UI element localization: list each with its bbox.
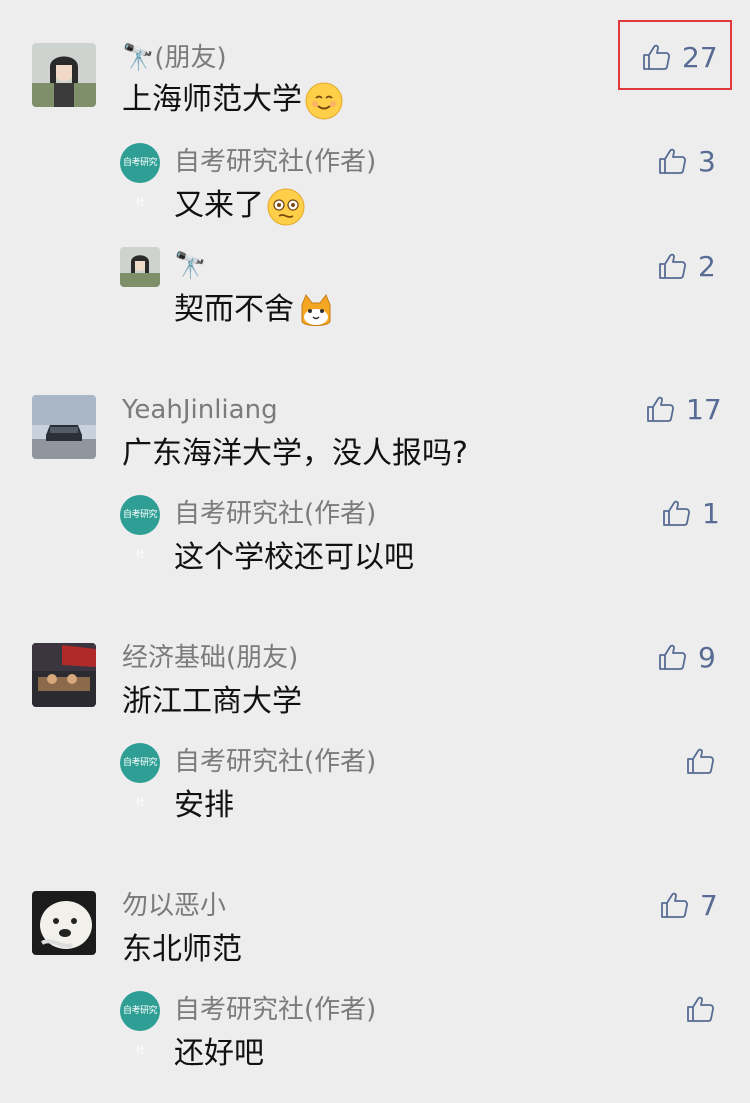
comment-author-name[interactable]: 经济基础(朋友): [122, 642, 298, 674]
reply-text: 还好吧: [174, 1036, 264, 1071]
like-button[interactable]: [684, 741, 716, 781]
author-avatar-text: 自考研究社: [122, 510, 158, 560]
reply-text-content: 契而不舍: [174, 292, 294, 327]
comment-text: 浙江工商大学: [122, 684, 302, 719]
reply-text: 安排: [174, 788, 234, 823]
reply-author-name[interactable]: 自考研究社(作者): [174, 498, 376, 530]
author-avatar[interactable]: 自考研究社: [120, 743, 160, 808]
avatar[interactable]: [32, 43, 96, 107]
author-avatar-text: 自考研究社: [122, 158, 158, 208]
reply-author-name[interactable]: 自考研究社(作者): [174, 994, 376, 1026]
reply-text: 又来了: [174, 186, 306, 227]
author-avatar[interactable]: 自考研究社: [120, 991, 160, 1056]
avatar[interactable]: [32, 643, 96, 707]
thumbs-up-icon: [640, 41, 672, 73]
like-count: 2: [698, 249, 716, 283]
avatar[interactable]: [32, 891, 96, 955]
reply-text-content: 又来了: [174, 188, 264, 223]
like-count: 1: [702, 496, 720, 530]
like-count: 7: [700, 888, 718, 922]
thumbs-up-icon: [658, 889, 690, 921]
comment-text: 上海师范大学: [122, 80, 344, 121]
like-button[interactable]: 2: [656, 246, 716, 286]
like-count: 9: [698, 640, 716, 674]
thumbs-up-icon: [656, 641, 688, 673]
thumbs-up-icon: [656, 250, 688, 282]
like-button[interactable]: 27: [640, 37, 718, 77]
author-avatar[interactable]: 自考研究社: [120, 143, 160, 208]
reply-author-name[interactable]: 🔭: [174, 250, 206, 282]
author-avatar-text: 自考研究社: [122, 1006, 158, 1056]
comment-author-name[interactable]: 🔭(朋友): [122, 42, 227, 74]
like-button[interactable]: 3: [656, 141, 716, 181]
reply-author-name[interactable]: 自考研究社(作者): [174, 146, 376, 178]
cat-emoji-icon: [301, 293, 331, 326]
like-count: 27: [682, 40, 718, 74]
reply-text: 契而不舍: [174, 290, 336, 331]
thumbs-up-icon: [684, 745, 716, 777]
comment-author-name[interactable]: YeahJinliang: [122, 394, 278, 426]
thumbs-up-icon: [644, 393, 676, 425]
avatar[interactable]: [120, 247, 160, 287]
comment-text: 广东海洋大学，没人报吗?: [122, 436, 468, 471]
reply-author-name[interactable]: 自考研究社(作者): [174, 746, 376, 778]
smile-emoji-icon: [305, 82, 343, 119]
like-count: 3: [698, 144, 716, 178]
like-button[interactable]: 17: [644, 389, 722, 429]
comment-author-name[interactable]: 勿以恶小: [122, 890, 226, 922]
thumbs-up-icon: [656, 145, 688, 177]
comment-text-content: 上海师范大学: [122, 82, 302, 117]
thumbs-up-icon: [660, 497, 692, 529]
like-button[interactable]: 9: [656, 637, 716, 677]
woozy-emoji-icon: [267, 188, 305, 225]
like-button[interactable]: 7: [658, 885, 718, 925]
comment-text: 东北师范: [122, 932, 242, 967]
reply-text: 这个学校还可以吧: [174, 540, 414, 575]
like-button[interactable]: 1: [660, 493, 720, 533]
like-button[interactable]: [684, 989, 716, 1029]
author-avatar[interactable]: 自考研究社: [120, 495, 160, 560]
avatar[interactable]: [32, 395, 96, 459]
author-avatar-text: 自考研究社: [122, 758, 158, 808]
like-count: 17: [686, 392, 722, 426]
thumbs-up-icon: [684, 993, 716, 1025]
